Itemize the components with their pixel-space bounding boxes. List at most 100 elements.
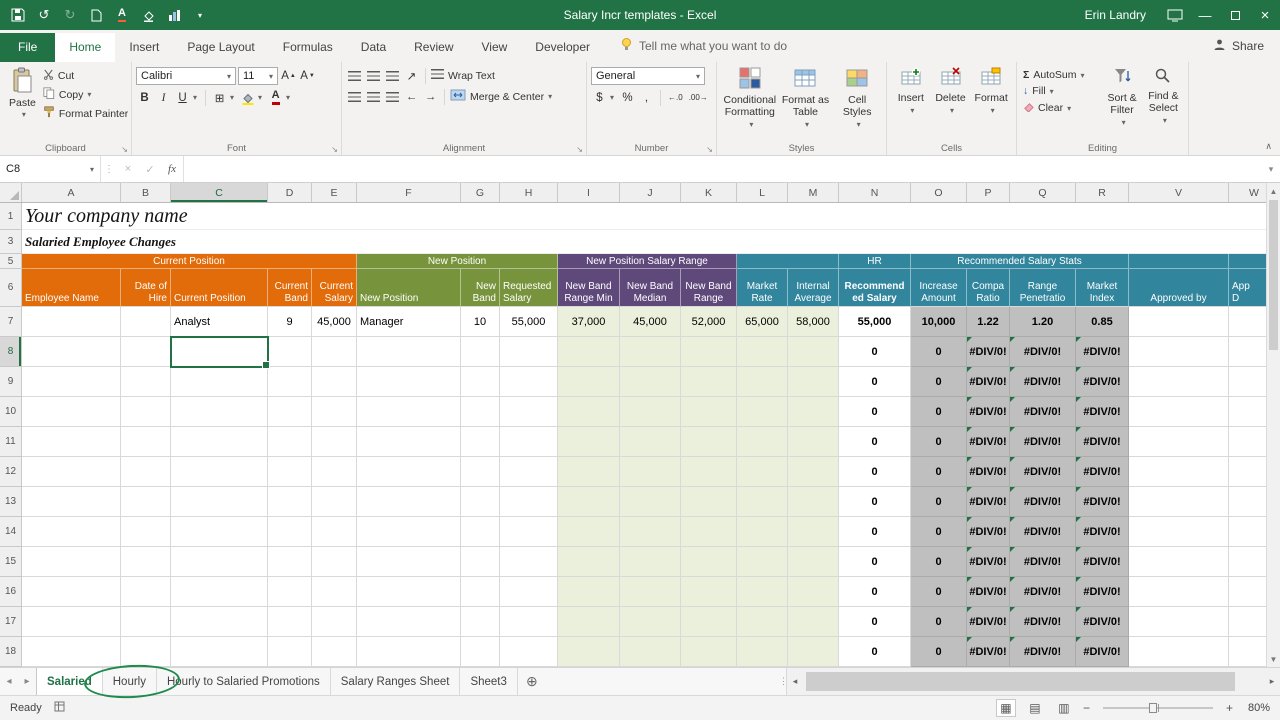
save-icon[interactable] <box>10 7 26 23</box>
ribbon-tab-home[interactable]: Home <box>55 33 115 62</box>
cell-L14[interactable] <box>737 517 788 547</box>
font-size-dropdown-icon[interactable]: ▾ <box>269 72 273 81</box>
cell-Q11[interactable]: #DIV/0! <box>1010 427 1076 457</box>
header-cell-I6[interactable]: New Band Range Min <box>558 269 620 307</box>
ribbon-tab-page-layout[interactable]: Page Layout <box>173 33 268 62</box>
cell-R15[interactable]: #DIV/0! <box>1076 547 1129 577</box>
paste-dropdown-icon[interactable]: ▾ <box>22 110 26 119</box>
cell-O16[interactable]: 0 <box>911 577 967 607</box>
formula-bar-splitter[interactable]: ⋮ <box>101 156 117 182</box>
cell-V13[interactable] <box>1129 487 1229 517</box>
fill-button[interactable]: ↓ Fill ▾ <box>1023 85 1101 97</box>
group-header[interactable] <box>1129 254 1229 269</box>
cell-H8[interactable] <box>500 337 558 367</box>
cell-R13[interactable]: #DIV/0! <box>1076 487 1129 517</box>
cell-J11[interactable] <box>620 427 681 457</box>
cell-I18[interactable] <box>558 637 620 667</box>
column-header-H[interactable]: H <box>500 183 558 202</box>
fill-color-dropdown-icon[interactable]: ▾ <box>258 93 262 102</box>
ribbon-tab-developer[interactable]: Developer <box>521 33 604 62</box>
increase-font-size-button[interactable]: A▲ <box>280 68 297 85</box>
increase-decimal-icon[interactable]: ←.0 <box>666 93 685 102</box>
zoom-in-icon[interactable]: + <box>1226 701 1233 715</box>
cell-C12[interactable] <box>171 457 268 487</box>
cell-F12[interactable] <box>357 457 461 487</box>
tell-me-box[interactable]: Tell me what you want to do <box>620 37 787 62</box>
cell-K11[interactable] <box>681 427 737 457</box>
cell-J8[interactable] <box>620 337 681 367</box>
cell-M7[interactable]: 58,000 <box>788 307 839 337</box>
group-header[interactable]: New Position <box>357 254 558 269</box>
cell-B7[interactable] <box>121 307 171 337</box>
header-cell-Q6[interactable]: Range Penetratio <box>1010 269 1076 307</box>
cell-I13[interactable] <box>558 487 620 517</box>
font-name-dropdown-icon[interactable]: ▾ <box>227 72 231 81</box>
number-format-select[interactable]: General▾ <box>591 67 705 85</box>
cell-D12[interactable] <box>268 457 312 487</box>
cancel-icon[interactable]: × <box>117 156 139 182</box>
cell-N10[interactable]: 0 <box>839 397 911 427</box>
sheet-tab-hourly[interactable]: Hourly <box>103 668 157 695</box>
group-header[interactable]: Recommended Salary Stats <box>911 254 1129 269</box>
chart-icon[interactable] <box>166 7 182 23</box>
cell-G14[interactable] <box>461 517 500 547</box>
cell-N8[interactable]: 0 <box>839 337 911 367</box>
cell-O11[interactable]: 0 <box>911 427 967 457</box>
merge-center-dropdown-icon[interactable]: ▾ <box>548 92 552 101</box>
cell-O12[interactable]: 0 <box>911 457 967 487</box>
ribbon-tab-formulas[interactable]: Formulas <box>269 33 347 62</box>
cell-L7[interactable]: 65,000 <box>737 307 788 337</box>
ribbon-tab-data[interactable]: Data <box>347 33 400 62</box>
cell-E9[interactable] <box>312 367 357 397</box>
cell-C17[interactable] <box>171 607 268 637</box>
cell-I11[interactable] <box>558 427 620 457</box>
cell-K17[interactable] <box>681 607 737 637</box>
header-cell-D6[interactable]: Current Band <box>268 269 312 307</box>
header-cell-J6[interactable]: New Band Median <box>620 269 681 307</box>
cell-E15[interactable] <box>312 547 357 577</box>
cell-J9[interactable] <box>620 367 681 397</box>
bold-button[interactable]: B <box>136 89 153 106</box>
header-cell-K6[interactable]: New Band Range <box>681 269 737 307</box>
cell-O13[interactable]: 0 <box>911 487 967 517</box>
row-header-14[interactable]: 14 <box>0 517 22 547</box>
page-layout-view-icon[interactable]: ▤ <box>1025 699 1045 717</box>
cell-J10[interactable] <box>620 397 681 427</box>
cell-C10[interactable] <box>171 397 268 427</box>
scroll-down-icon[interactable]: ▼ <box>1267 651 1280 667</box>
cell-O14[interactable]: 0 <box>911 517 967 547</box>
zoom-level[interactable]: 80% <box>1242 702 1270 714</box>
undo-icon[interactable]: ↺ <box>36 7 52 23</box>
find-select-button[interactable]: Find & Select ▾ <box>1143 65 1184 141</box>
column-header-O[interactable]: O <box>911 183 967 202</box>
cell-D8[interactable] <box>268 337 312 367</box>
cell-D10[interactable] <box>268 397 312 427</box>
cell-R18[interactable]: #DIV/0! <box>1076 637 1129 667</box>
column-header-K[interactable]: K <box>681 183 737 202</box>
column-header-L[interactable]: L <box>737 183 788 202</box>
scroll-up-icon[interactable]: ▲ <box>1267 183 1280 199</box>
cell-P14[interactable]: #DIV/0! <box>967 517 1010 547</box>
cell-M14[interactable] <box>788 517 839 547</box>
cell-B8[interactable] <box>121 337 171 367</box>
cell-A12[interactable] <box>22 457 121 487</box>
cell-A16[interactable] <box>22 577 121 607</box>
cell-B14[interactable] <box>121 517 171 547</box>
alignment-dialog-launcher-icon[interactable]: ↘ <box>576 145 583 154</box>
collapse-ribbon-icon[interactable]: ∧ <box>1265 141 1272 152</box>
cell-V7[interactable] <box>1129 307 1229 337</box>
cell-N9[interactable]: 0 <box>839 367 911 397</box>
cell-B17[interactable] <box>121 607 171 637</box>
cell-I15[interactable] <box>558 547 620 577</box>
row-header-12[interactable]: 12 <box>0 457 22 487</box>
cell-M17[interactable] <box>788 607 839 637</box>
cell-J12[interactable] <box>620 457 681 487</box>
enter-icon[interactable]: ✓ <box>139 156 161 182</box>
vertical-scrollbar-thumb[interactable] <box>1269 200 1278 350</box>
cell-E13[interactable] <box>312 487 357 517</box>
insert-cells-button[interactable]: Insert ▾ <box>891 65 931 141</box>
expand-formula-bar-icon[interactable]: ▾ <box>1262 156 1280 182</box>
copy-dropdown-icon[interactable]: ▾ <box>87 90 91 99</box>
cell-F17[interactable] <box>357 607 461 637</box>
row-header-6[interactable]: 6 <box>0 269 22 307</box>
